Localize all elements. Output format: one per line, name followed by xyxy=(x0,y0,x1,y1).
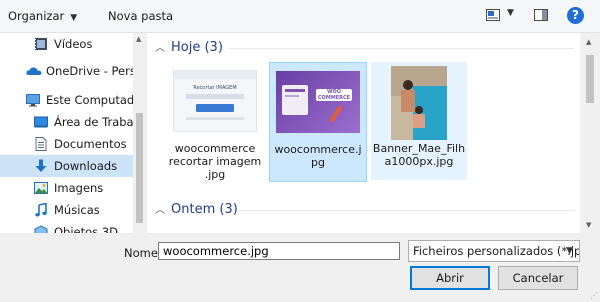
new-folder-button[interactable]: Nova pasta xyxy=(108,7,173,25)
group-header-label: Hoje (3) xyxy=(171,40,223,55)
navigation-scrollbar[interactable]: ▲ xyxy=(133,33,146,233)
file-item[interactable]: Recortar IMAGEM woocommerce recortar ima… xyxy=(167,62,263,181)
objects-3d-icon xyxy=(34,225,48,233)
chevron-down-icon: ▼ xyxy=(70,13,78,23)
videos-icon xyxy=(35,38,47,50)
organize-menu-button[interactable]: Organizar ▼ xyxy=(8,7,77,25)
chevron-up-icon: ︿ xyxy=(155,205,165,216)
group-header-label: Ontem (3) xyxy=(171,202,238,217)
open-button-label: Abrir xyxy=(436,271,464,285)
cancel-button-label: Cancelar xyxy=(512,271,564,285)
help-icon[interactable]: ? xyxy=(567,7,584,24)
downloads-icon xyxy=(35,159,47,172)
file-item-selected[interactable]: WOO COMMERCE woocommerce.j pg xyxy=(269,62,367,182)
navigation-scrollbar-thumb[interactable] xyxy=(136,113,143,223)
group-divider xyxy=(239,210,574,211)
preview-pane-icon[interactable] xyxy=(534,9,548,21)
file-name: Banner_Mae_Filh a1000px.jpg xyxy=(372,142,466,168)
documents-icon xyxy=(35,137,47,151)
chevron-up-icon: ︿ xyxy=(155,43,165,54)
nav-item-label: OneDrive - Personal xyxy=(46,64,133,78)
group-header-yesterday[interactable]: ︿ Ontem (3) xyxy=(155,200,238,220)
nav-item-label: Vídeos xyxy=(54,37,93,51)
help-label: ? xyxy=(572,8,579,22)
organize-label: Organizar xyxy=(8,9,65,23)
thumbnail-caption: WOO COMMERCE xyxy=(316,89,352,101)
toolbar: Organizar ▼ Nova pasta ▼ ? xyxy=(0,0,600,33)
nav-item-downloads[interactable]: Downloads xyxy=(0,155,133,177)
onedrive-icon xyxy=(26,67,42,75)
pictures-icon xyxy=(34,182,48,194)
nav-item-this-pc[interactable]: Este Computador xyxy=(0,89,133,111)
computer-icon xyxy=(26,94,40,107)
scroll-down-arrow-icon[interactable]: ▼ xyxy=(586,221,591,229)
scroll-up-arrow-icon[interactable]: ▲ xyxy=(586,38,591,46)
resize-grip-icon[interactable]: ⋰ xyxy=(590,291,598,300)
file-name-label: Nome: xyxy=(124,246,162,260)
nav-item-onedrive[interactable]: OneDrive - Personal xyxy=(0,60,133,82)
nav-item-label: Este Computador xyxy=(46,93,133,107)
file-name-input[interactable] xyxy=(158,242,400,260)
cancel-button[interactable]: Cancelar xyxy=(498,266,578,290)
group-divider xyxy=(229,48,574,49)
nav-item-label: Objetos 3D xyxy=(54,225,118,233)
nav-item-videos[interactable]: Vídeos xyxy=(0,33,133,55)
view-options-chevron-down-icon[interactable]: ▼ xyxy=(507,8,514,18)
desktop-icon xyxy=(34,116,48,128)
file-list: ︿ Hoje (3) Recortar IMAGEM woocommerce re… xyxy=(147,33,580,233)
file-list-scrollbar-thumb[interactable] xyxy=(586,55,594,103)
music-icon xyxy=(35,203,47,217)
file-thumbnail: Recortar IMAGEM xyxy=(173,70,257,132)
thumbnail-caption: Recortar IMAGEM xyxy=(193,85,237,91)
nav-item-desktop[interactable]: Área de Trabalho xyxy=(0,111,133,133)
group-header-today[interactable]: ︿ Hoje (3) xyxy=(155,38,223,58)
nav-item-label: Imagens xyxy=(54,181,104,195)
view-options-icon[interactable] xyxy=(486,9,500,21)
nav-item-label: Documentos xyxy=(54,137,127,151)
new-folder-label: Nova pasta xyxy=(108,9,174,23)
navigation-pane: Vídeos OneDrive - Personal Este Computad… xyxy=(0,33,146,233)
file-thumbnail-photo xyxy=(391,66,447,140)
file-name: woocommerce.j pg xyxy=(274,143,362,169)
nav-item-label: Downloads xyxy=(54,159,118,173)
nav-item-label: Área de Trabalho xyxy=(54,115,133,129)
file-list-scrollbar[interactable]: ▲ ▼ xyxy=(580,33,600,233)
nav-item-documents[interactable]: Documentos xyxy=(0,133,133,155)
file-thumbnail: WOO COMMERCE xyxy=(276,71,360,133)
nav-item-3d-objects[interactable]: Objetos 3D xyxy=(0,221,133,233)
file-name: woocommerce recortar imagem .jpg xyxy=(168,142,262,181)
chevron-down-icon: ▼ xyxy=(566,246,573,256)
file-type-filter-value: Ficheiros personalizados (*.jpg; xyxy=(413,244,580,258)
file-type-filter-select[interactable]: Ficheiros personalizados (*.jpg; ▼ xyxy=(408,240,580,262)
nav-item-music[interactable]: Músicas xyxy=(0,199,133,221)
open-button[interactable]: Abrir xyxy=(410,266,490,290)
nav-item-label: Músicas xyxy=(54,203,100,217)
file-item[interactable]: Banner_Mae_Filh a1000px.jpg xyxy=(371,62,467,180)
scroll-up-arrow-icon[interactable]: ▲ xyxy=(136,35,141,43)
nav-item-pictures[interactable]: Imagens xyxy=(0,177,133,199)
